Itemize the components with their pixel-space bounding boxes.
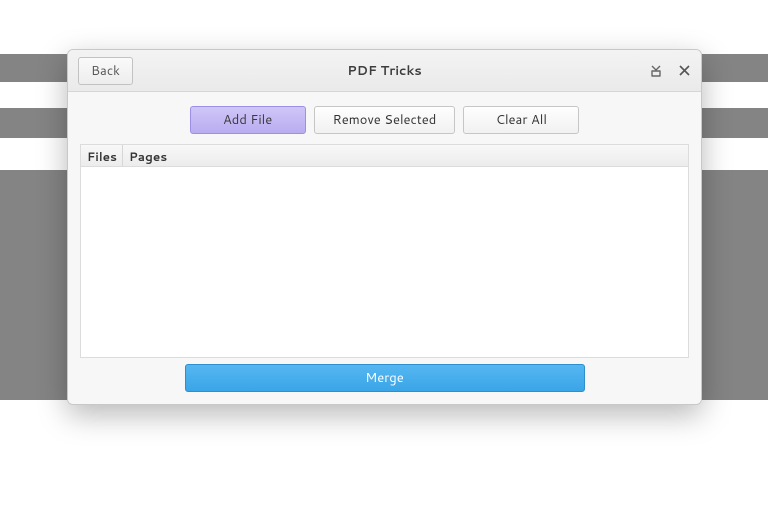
table-header: Files Pages (81, 145, 688, 167)
merge-label: Merge (365, 369, 404, 387)
action-row: Merge (80, 358, 689, 392)
back-button-label: Back (91, 62, 120, 80)
merge-button[interactable]: Merge (185, 364, 585, 392)
clear-all-label: Clear All (496, 111, 547, 129)
window-title: PDF Tricks (68, 62, 701, 80)
toolbar: Add File Remove Selected Clear All (80, 106, 689, 134)
window-controls (649, 64, 691, 78)
clear-all-button[interactable]: Clear All (463, 106, 579, 134)
add-file-button[interactable]: Add File (190, 106, 306, 134)
close-icon[interactable] (677, 64, 691, 78)
minimize-icon[interactable] (649, 64, 663, 78)
add-file-label: Add File (223, 111, 272, 129)
back-button[interactable]: Back (78, 57, 133, 85)
remove-selected-button[interactable]: Remove Selected (314, 106, 456, 134)
remove-selected-label: Remove Selected (333, 111, 437, 129)
table-body[interactable] (81, 167, 688, 357)
titlebar: Back PDF Tricks (68, 50, 701, 92)
app-window: Back PDF Tricks Add File Remove Selected… (67, 49, 702, 405)
content-area: Add File Remove Selected Clear All Files… (68, 92, 701, 404)
column-header-files[interactable]: Files (81, 145, 123, 166)
column-header-pages[interactable]: Pages (123, 145, 688, 166)
file-table: Files Pages (80, 144, 689, 358)
